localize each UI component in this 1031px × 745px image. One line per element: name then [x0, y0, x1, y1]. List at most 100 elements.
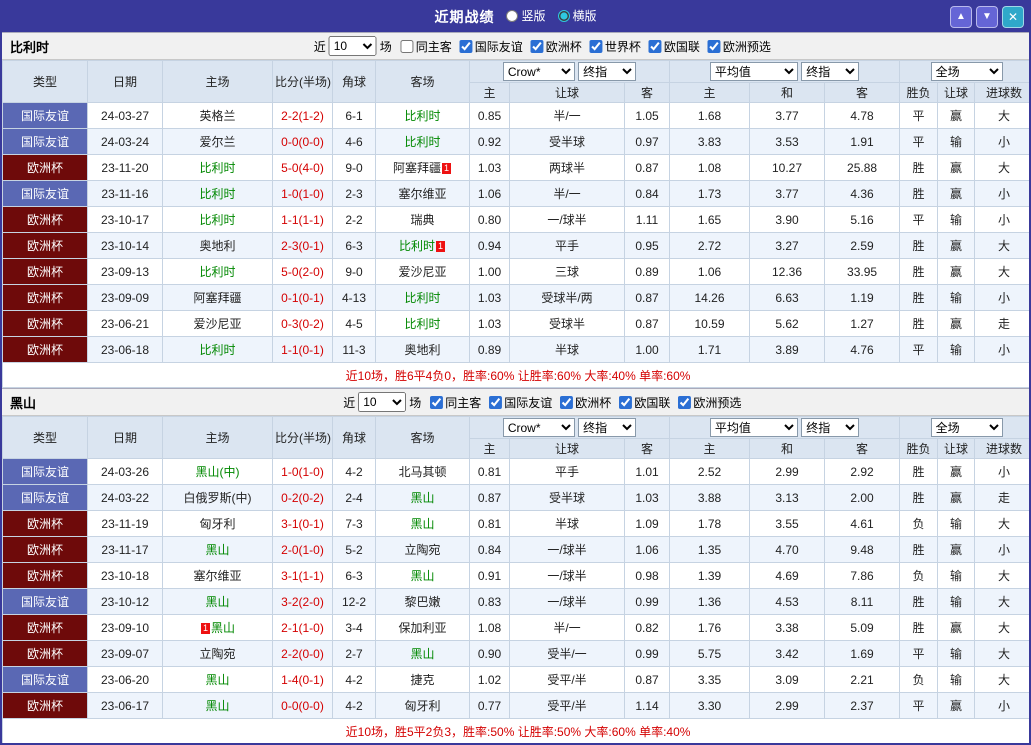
- layout-radio-input[interactable]: [557, 9, 570, 22]
- summary-row: 近10场，胜6平4负0，胜率:60% 让胜率:60% 大率:40% 单率:60%: [2, 362, 1029, 388]
- results-body: 国际友谊 24-03-27 英格兰 2-2(1-2) 6-1 比利时 0.85 半/一 1.05…: [2, 102, 1029, 363]
- away-odds-cell: 0.87: [623, 154, 671, 181]
- average-stage-select[interactable]: 终指: [801, 62, 860, 81]
- filter-5[interactable]: 欧洲预选: [707, 38, 771, 55]
- red-card-badge: 1: [436, 241, 445, 252]
- corner-cell: 9-0: [332, 154, 376, 181]
- avg-draw-cell: 3.53: [749, 128, 826, 155]
- col-away: 客场: [375, 416, 470, 459]
- col-odds-away: 客: [623, 82, 671, 103]
- filter-checkbox[interactable]: [459, 39, 473, 53]
- corner-cell: 12-2: [332, 588, 376, 615]
- away-odds-cell: 1.09: [623, 510, 671, 537]
- goals-result-cell: 大: [974, 666, 1029, 693]
- filter-checkbox[interactable]: [430, 395, 444, 409]
- match-date: 23-11-20: [87, 154, 163, 181]
- match-type-badge: 国际友谊: [2, 588, 88, 615]
- filter-checkbox[interactable]: [530, 39, 544, 53]
- layout-radio-label: 横版: [572, 9, 597, 24]
- away-team-cell: 捷克: [375, 666, 470, 693]
- avg-draw-cell: 3.77: [749, 102, 826, 129]
- results-table: 类型 日期 主场 比分(半场) 角球 客场 Crow* 终指 平均值 终指 全场…: [2, 416, 1029, 743]
- filter-checkbox[interactable]: [489, 395, 503, 409]
- away-team-name: 黑山: [410, 491, 435, 505]
- layout-radio-input[interactable]: [506, 9, 519, 22]
- home-team-name: 比利时: [199, 161, 236, 175]
- close-icon[interactable]: ✕: [1002, 6, 1024, 28]
- match-date: 23-11-17: [87, 536, 163, 563]
- goals-result-cell: 小: [974, 128, 1029, 155]
- handicap-result-cell: 赢: [937, 102, 976, 129]
- filter-checkbox[interactable]: [648, 39, 662, 53]
- home-team-cell: 爱沙尼亚: [162, 310, 273, 337]
- scope-select[interactable]: 全场: [930, 418, 1003, 437]
- score-cell: 1-4(0-1): [272, 666, 333, 693]
- bookmaker-select[interactable]: Crow*: [502, 62, 575, 81]
- goals-result-cell: 小: [974, 180, 1029, 207]
- away-team-cell: 比利时: [375, 284, 470, 311]
- average-stage-select[interactable]: 终指: [801, 418, 860, 437]
- filter-checkbox[interactable]: [678, 395, 692, 409]
- home-team-name: 比利时: [199, 343, 236, 357]
- filter-4[interactable]: 欧国联: [648, 38, 700, 55]
- scope-select[interactable]: 全场: [930, 62, 1003, 81]
- odds-stage-select[interactable]: 终指: [578, 62, 637, 81]
- col-avg-away: 客: [824, 438, 901, 459]
- filter-2[interactable]: 欧洲杯: [530, 38, 582, 55]
- results-table: 类型 日期 主场 比分(半场) 角球 客场 Crow* 终指 平均值 终指 全场…: [2, 60, 1029, 388]
- away-odds-cell: 0.87: [623, 310, 671, 337]
- score-cell: 2-2(0-0): [272, 640, 333, 667]
- away-team-name: 奥地利: [404, 343, 441, 357]
- avg-home-cell: 1.68: [669, 102, 751, 129]
- corner-cell: 5-2: [332, 536, 376, 563]
- layout-radio-vertical[interactable]: 竖版: [506, 7, 546, 24]
- filter-1[interactable]: 国际友谊: [459, 38, 523, 55]
- filter-checkbox[interactable]: [560, 395, 574, 409]
- average-select[interactable]: 平均值: [709, 418, 798, 437]
- home-team-name: 立陶宛: [199, 647, 236, 661]
- average-group-header: 平均值 终指: [669, 416, 901, 439]
- filter-3[interactable]: 欧国联: [619, 394, 670, 411]
- filter-0[interactable]: 同主客: [400, 38, 452, 55]
- layout-radio-horizontal[interactable]: 横版: [557, 7, 597, 24]
- filter-2[interactable]: 欧洲杯: [560, 394, 611, 411]
- handicap-cell: 半/一: [509, 180, 625, 207]
- home-team-cell: 阿塞拜疆: [162, 284, 273, 311]
- away-team-name: 立陶宛: [404, 543, 441, 557]
- handicap-result-cell: 赢: [937, 310, 976, 337]
- section-controls: 黑山 近 10 场 同主客 国际友谊 欧洲杯 欧国联 欧洲预选: [2, 389, 1029, 416]
- move-down-icon[interactable]: ▼: [976, 6, 998, 28]
- handicap-result-cell: 输: [937, 510, 976, 537]
- average-select[interactable]: 平均值: [709, 62, 798, 81]
- filter-checkbox[interactable]: [589, 39, 603, 53]
- filter-checkbox[interactable]: [619, 395, 633, 409]
- layout-radio-label: 竖版: [521, 9, 546, 24]
- handicap-cell: 受平/半: [509, 692, 625, 719]
- avg-away-cell: 2.00: [824, 484, 901, 511]
- filter-3[interactable]: 世界杯: [589, 38, 641, 55]
- avg-home-cell: 2.72: [669, 232, 751, 259]
- match-count-select[interactable]: 10: [358, 392, 407, 412]
- avg-draw-cell: 12.36: [749, 258, 826, 285]
- avg-home-cell: 3.88: [669, 484, 751, 511]
- away-team-name: 塞尔维亚: [398, 187, 447, 201]
- bookmaker-select[interactable]: Crow*: [502, 418, 575, 437]
- corner-cell: 2-2: [332, 206, 376, 233]
- filter-0[interactable]: 同主客: [430, 394, 481, 411]
- match-row: 欧洲杯 23-06-17 黑山 0-0(0-0) 4-2 匈牙利 0.77 受平/半 1.14 3…: [2, 692, 1029, 719]
- filter-1[interactable]: 国际友谊: [489, 394, 552, 411]
- home-team-cell: 黑山: [162, 588, 273, 615]
- home-odds-cell: 1.03: [469, 154, 510, 181]
- move-up-icon[interactable]: ▲: [950, 6, 972, 28]
- score-cell: 1-1(1-1): [272, 206, 333, 233]
- match-type-badge: 欧洲杯: [2, 536, 88, 563]
- filter-4[interactable]: 欧洲预选: [678, 394, 741, 411]
- result-cell: 胜: [899, 614, 939, 641]
- competition-filters: 同主客 国际友谊 欧洲杯 世界杯 欧国联 欧洲预选: [400, 38, 779, 55]
- filter-checkbox[interactable]: [400, 39, 414, 53]
- match-count-select[interactable]: 10: [328, 36, 377, 56]
- odds-group-header: Crow* 终指: [468, 60, 671, 83]
- goals-result-cell: 大: [974, 562, 1029, 589]
- filter-checkbox[interactable]: [707, 39, 721, 53]
- odds-stage-select[interactable]: 终指: [578, 418, 637, 437]
